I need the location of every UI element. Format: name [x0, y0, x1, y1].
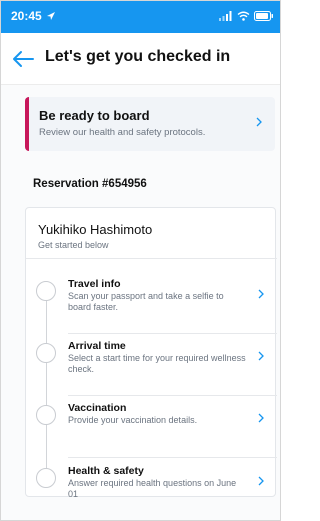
- chevron-right-icon: [256, 117, 262, 127]
- location-arrow-icon: [46, 12, 55, 20]
- status-time: 20:45: [11, 9, 56, 23]
- status-time-text: 20:45: [11, 9, 42, 23]
- step-arrival-time[interactable]: Arrival time Select a start time for you…: [26, 338, 277, 396]
- step-title: Arrival time: [68, 340, 126, 352]
- signal-icon: [219, 11, 232, 21]
- ready-card-title: Be ready to board: [39, 108, 150, 123]
- top-nav: Let's get you checked in: [1, 33, 280, 85]
- step-health-safety[interactable]: Health & safety Answer required health q…: [26, 463, 277, 520]
- step-status-circle: [36, 405, 56, 425]
- step-description: Provide your vaccination details.: [68, 415, 198, 425]
- step-status-circle: [36, 281, 56, 301]
- ready-card-accent-bar: [25, 97, 29, 151]
- app-screen: 20:45 Let's get you checked in Be ready …: [0, 0, 281, 521]
- status-bar: 20:45: [1, 1, 280, 33]
- ready-card-subtitle: Review our health and safety protocols.: [39, 127, 206, 138]
- card-divider: [26, 258, 277, 259]
- reservation-number: Reservation #654956: [33, 178, 147, 190]
- step-vaccination[interactable]: Vaccination Provide your vaccination det…: [26, 400, 277, 458]
- battery-icon: [254, 11, 273, 21]
- arrow-left-icon[interactable]: [11, 49, 35, 69]
- chevron-right-icon: [258, 476, 264, 486]
- chevron-right-icon: [258, 413, 264, 423]
- status-icons: [219, 11, 274, 21]
- wifi-icon: [237, 11, 250, 21]
- step-title: Travel info: [68, 278, 121, 290]
- step-status-circle: [36, 468, 56, 488]
- step-separator: [68, 395, 277, 396]
- step-description: Scan your passport and take a selfie to …: [68, 291, 224, 312]
- passenger-card: Yukihiko Hashimoto Get started below Tra…: [25, 207, 277, 499]
- step-separator: [68, 457, 277, 458]
- passenger-subtitle: Get started below: [38, 240, 109, 250]
- chevron-right-icon: [258, 351, 264, 361]
- step-title: Vaccination: [68, 402, 127, 414]
- step-description: Select a start time for your required we…: [68, 353, 246, 374]
- step-description: Answer required health questions on June…: [68, 478, 237, 499]
- step-status-circle: [36, 343, 56, 363]
- step-travel-info[interactable]: Travel info Scan your passport and take …: [26, 276, 277, 334]
- ready-to-board-card[interactable]: Be ready to board Review our health and …: [25, 97, 275, 151]
- step-title: Health & safety: [68, 465, 144, 477]
- chevron-right-icon: [258, 289, 264, 299]
- step-separator: [68, 333, 277, 334]
- page-title: Let's get you checked in: [45, 48, 231, 65]
- passenger-name: Yukihiko Hashimoto: [38, 222, 153, 237]
